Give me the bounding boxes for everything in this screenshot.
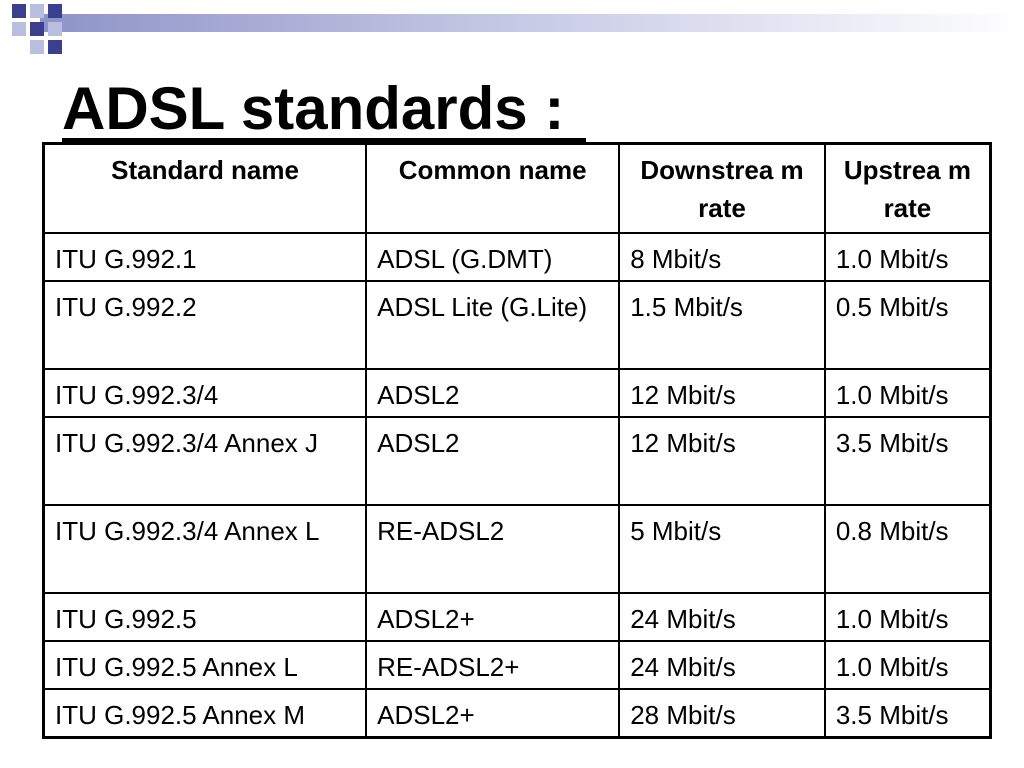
cell-common-name: RE-ADSL2	[365, 504, 621, 594]
cell-upstream-rate: 0.5 Mbit/s	[823, 280, 992, 370]
column-header-downstream-rate: Downstrea m rate	[618, 142, 826, 234]
cell-downstream-rate: 28 Mbit/s	[618, 688, 826, 739]
cell-standard-name: ITU G.992.5 Annex M	[42, 688, 368, 739]
cell-upstream-rate: 3.5 Mbit/s	[823, 416, 992, 506]
decor-square	[48, 4, 62, 18]
cell-downstream-rate: 12 Mbit/s	[618, 368, 826, 418]
cell-downstream-rate: 1.5 Mbit/s	[618, 280, 826, 370]
table-row: ITU G.992.3/4 Annex J ADSL2 12 Mbit/s 3.…	[42, 416, 992, 506]
table-row: ITU G.992.5 ADSL2+ 24 Mbit/s 1.0 Mbit/s	[42, 592, 992, 642]
decor-band	[40, 14, 1024, 32]
column-header-common-name: Common name	[365, 142, 621, 234]
cell-common-name: ADSL2+	[365, 688, 621, 739]
column-header-standard-name: Standard name	[42, 142, 368, 234]
slide-title: ADSL standards :	[62, 75, 565, 142]
cell-standard-name: ITU G.992.3/4 Annex L	[42, 504, 368, 594]
cell-common-name: ADSL (G.DMT)	[365, 232, 621, 282]
cell-standard-name: ITU G.992.3/4 Annex J	[42, 416, 368, 506]
cell-common-name: ADSL2	[365, 368, 621, 418]
cell-upstream-rate: 1.0 Mbit/s	[823, 592, 992, 642]
cell-common-name: ADSL2	[365, 416, 621, 506]
table-row: ITU G.992.2 ADSL Lite (G.Lite) 1.5 Mbit/…	[42, 280, 992, 370]
cell-standard-name: ITU G.992.2	[42, 280, 368, 370]
decor-square	[12, 22, 26, 36]
decor-square	[48, 40, 62, 54]
cell-common-name: RE-ADSL2+	[365, 640, 621, 690]
table-row: ITU G.992.5 Annex M ADSL2+ 28 Mbit/s 3.5…	[42, 688, 992, 739]
cell-upstream-rate: 0.8 Mbit/s	[823, 504, 992, 594]
decor-square	[12, 4, 26, 18]
cell-downstream-rate: 8 Mbit/s	[618, 232, 826, 282]
cell-common-name: ADSL Lite (G.Lite)	[365, 280, 621, 370]
cell-downstream-rate: 24 Mbit/s	[618, 592, 826, 642]
decor-square	[30, 22, 44, 36]
decor-square	[30, 4, 44, 18]
table-row: ITU G.992.1 ADSL (G.DMT) 8 Mbit/s 1.0 Mb…	[42, 232, 992, 282]
table-row: ITU G.992.5 Annex L RE-ADSL2+ 24 Mbit/s …	[42, 640, 992, 690]
decor-square	[30, 40, 44, 54]
column-header-upstream-rate: Upstrea m rate	[823, 142, 992, 234]
cell-upstream-rate: 1.0 Mbit/s	[823, 368, 992, 418]
table-row: ITU G.992.3/4 Annex L RE-ADSL2 5 Mbit/s …	[42, 504, 992, 594]
table-row: ITU G.992.3/4 ADSL2 12 Mbit/s 1.0 Mbit/s	[42, 368, 992, 418]
cell-common-name: ADSL2+	[365, 592, 621, 642]
title-decoration	[12, 4, 1024, 54]
cell-standard-name: ITU G.992.5	[42, 592, 368, 642]
cell-downstream-rate: 5 Mbit/s	[618, 504, 826, 594]
cell-upstream-rate: 1.0 Mbit/s	[823, 640, 992, 690]
cell-upstream-rate: 1.0 Mbit/s	[823, 232, 992, 282]
cell-upstream-rate: 3.5 Mbit/s	[823, 688, 992, 739]
table-header-row: Standard name Common name Downstrea m ra…	[42, 142, 992, 234]
adsl-standards-table: Standard name Common name Downstrea m ra…	[42, 142, 992, 739]
cell-standard-name: ITU G.992.5 Annex L	[42, 640, 368, 690]
decor-square	[48, 22, 62, 36]
cell-standard-name: ITU G.992.1	[42, 232, 368, 282]
cell-downstream-rate: 24 Mbit/s	[618, 640, 826, 690]
cell-downstream-rate: 12 Mbit/s	[618, 416, 826, 506]
cell-standard-name: ITU G.992.3/4	[42, 368, 368, 418]
